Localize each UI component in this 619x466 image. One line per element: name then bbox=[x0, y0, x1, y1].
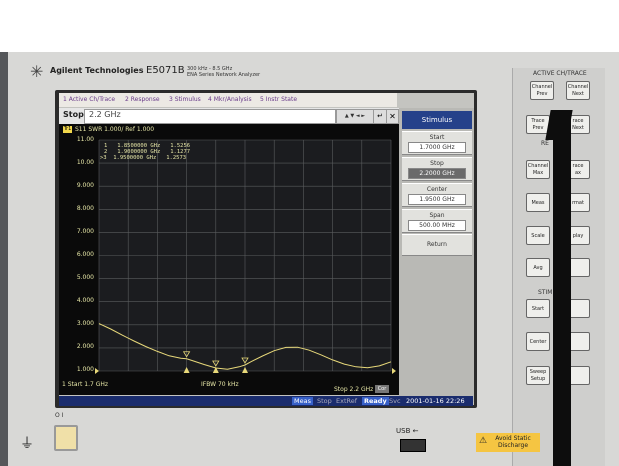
key-label: Setup bbox=[530, 376, 546, 382]
y-tick-label: 11.00 bbox=[76, 136, 94, 143]
key-label: Start bbox=[531, 306, 545, 312]
channel-prev-key[interactable]: Channel Prev bbox=[530, 81, 554, 100]
marker-stimulus-3 bbox=[242, 367, 248, 373]
usb-port[interactable] bbox=[400, 439, 426, 452]
key-label: Next bbox=[572, 91, 584, 97]
center-key[interactable]: Center bbox=[526, 332, 550, 351]
avg-key[interactable]: Avg bbox=[526, 258, 550, 277]
y-tick-label: 4.000 bbox=[76, 297, 94, 304]
marker-stimulus-1 bbox=[183, 367, 190, 373]
response-title: RE bbox=[541, 140, 549, 147]
key-label: Prev bbox=[532, 125, 544, 131]
power-button[interactable] bbox=[54, 425, 78, 451]
footer-ifbw: IFBW 70 kHz bbox=[201, 381, 239, 388]
y-tick-label: 2.000 bbox=[76, 343, 94, 350]
key-label: Prev bbox=[536, 91, 548, 97]
y-tick-label: 10.00 bbox=[76, 159, 94, 166]
y-tick-label: 3.000 bbox=[76, 320, 94, 327]
reference-marker bbox=[392, 368, 396, 374]
sweep-setup-key[interactable]: Sweep Setup bbox=[526, 366, 550, 385]
status-svc: Svc bbox=[389, 397, 401, 405]
channel-next-key[interactable]: Channel Next bbox=[566, 81, 590, 100]
y-tick-label: 9.000 bbox=[76, 182, 94, 189]
status-meas: Meas bbox=[292, 397, 313, 405]
footer-start: 1 Start 1.7 GHz bbox=[62, 381, 109, 388]
status-extref: ExtRef bbox=[336, 397, 358, 405]
warning-triangle-icon: ⚠ bbox=[479, 436, 488, 446]
y-tick-label: 5.000 bbox=[76, 274, 94, 281]
key-label: Max bbox=[532, 170, 544, 176]
key-label: Trace bbox=[531, 118, 545, 124]
active-ch-trace-title: ACTIVE CH/TRACE bbox=[533, 70, 587, 77]
key-label: Sweep bbox=[529, 369, 547, 375]
y-tick-label: 6.000 bbox=[76, 251, 94, 258]
reference-marker bbox=[95, 368, 99, 374]
footer-stop: Stop 2.2 GHz bbox=[334, 386, 374, 393]
marker-readout-3: >3 1.9500000 GHz 1.2573 bbox=[100, 155, 187, 161]
footer-cal-status: Cor bbox=[375, 385, 389, 393]
standby-icon: ⏚ bbox=[20, 436, 34, 452]
y-tick-label: 7.000 bbox=[76, 228, 94, 235]
y-tick-label: 1.000 bbox=[76, 366, 94, 373]
y-tick-label: 8.000 bbox=[76, 205, 94, 212]
key-label: Channel bbox=[531, 84, 553, 90]
antenna-body bbox=[553, 110, 571, 466]
meas-key[interactable]: Meas bbox=[526, 193, 550, 212]
trace-channel-tag: Tr1 bbox=[63, 126, 72, 133]
status-bar: Meas Stop ExtRef Ready Svc 2001-01-16 22… bbox=[59, 396, 473, 406]
key-label: Scale bbox=[531, 233, 545, 239]
usb-label: USB ← bbox=[396, 427, 419, 435]
channel-max-key[interactable]: Channel Max bbox=[526, 160, 550, 179]
status-datetime: 2001-01-16 22:26 bbox=[406, 397, 465, 405]
key-label: Center bbox=[529, 339, 547, 345]
stimulus-title: STIM bbox=[538, 289, 553, 296]
trace-header: S11 SWR 1.000/ Ref 1.000 bbox=[75, 126, 155, 133]
key-label: Channel bbox=[567, 84, 589, 90]
key-label: Avg bbox=[533, 265, 543, 271]
scale-key[interactable]: Scale bbox=[526, 226, 550, 245]
status-stop: Stop bbox=[317, 397, 332, 405]
start-key[interactable]: Start bbox=[526, 299, 550, 318]
key-label: Channel bbox=[527, 163, 549, 169]
key-label: Meas bbox=[531, 200, 545, 206]
power-symbols: O I bbox=[55, 412, 64, 419]
status-ready: Ready bbox=[362, 397, 389, 405]
